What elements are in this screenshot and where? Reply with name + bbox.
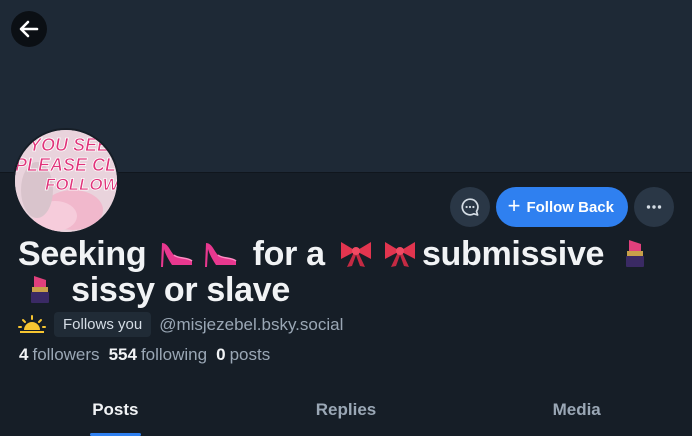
arrow-left-icon	[19, 20, 39, 38]
profile-tabs: Posts Replies Media	[0, 386, 692, 436]
tab-posts[interactable]: Posts	[0, 386, 231, 436]
posts-stat: 0 posts	[216, 345, 270, 365]
following-stat[interactable]: 554 following	[109, 345, 208, 365]
following-label: following	[140, 345, 208, 364]
tab-label: Media	[552, 400, 601, 419]
tab-label: Posts	[92, 400, 139, 419]
ellipsis-icon	[646, 205, 662, 209]
name-part-submissive: submissive	[421, 235, 605, 273]
tab-label: Replies	[315, 400, 377, 419]
posts-count: 0	[216, 345, 226, 364]
message-button[interactable]	[449, 187, 490, 227]
back-button[interactable]	[11, 11, 47, 47]
high-heel-icon	[161, 243, 193, 267]
ribbon-icon	[340, 242, 371, 267]
ribbon-icon	[384, 242, 415, 267]
name-part-for-a: for a	[252, 235, 325, 273]
display-name: Seeking for a submissive sissy or slave	[18, 236, 678, 308]
more-options-button[interactable]	[634, 187, 674, 227]
profile-actions: + Follow Back	[449, 187, 674, 227]
high-heel-icon	[205, 243, 237, 267]
lipstick-icon	[626, 240, 645, 267]
followers-count: 4	[19, 345, 29, 364]
follow-back-label: Follow Back	[526, 198, 614, 216]
followers-stat[interactable]: 4 followers	[19, 345, 100, 365]
following-count: 554	[108, 345, 137, 364]
plus-icon: +	[507, 193, 521, 218]
tab-media[interactable]: Media	[461, 386, 692, 436]
name-part-sissy: sissy or slave	[71, 271, 291, 309]
posts-label: posts	[229, 345, 271, 364]
profile-stats: 4 followers 554 following 0 posts	[19, 345, 270, 365]
lipstick-icon	[31, 276, 49, 303]
tab-replies[interactable]: Replies	[231, 386, 462, 436]
avatar-text-line1: YOU SEE	[29, 135, 110, 155]
chat-bubble-icon	[461, 198, 479, 216]
follows-you-badge: Follows you	[54, 312, 152, 337]
handle-row: Follows you @misjezebel.bsky.social	[18, 312, 343, 337]
profile-handle: @misjezebel.bsky.social	[159, 314, 344, 334]
avatar[interactable]: YOU SEE PLEASE CL FOLLOW	[13, 128, 119, 234]
avatar-text-line2: PLEASE CL	[15, 155, 116, 175]
sunrise-icon	[18, 314, 46, 333]
avatar-text-line3: FOLLOW	[45, 175, 117, 194]
name-part-seeking: Seeking	[18, 235, 147, 273]
follow-back-button[interactable]: + Follow Back	[495, 187, 628, 227]
followers-label: followers	[32, 345, 100, 364]
